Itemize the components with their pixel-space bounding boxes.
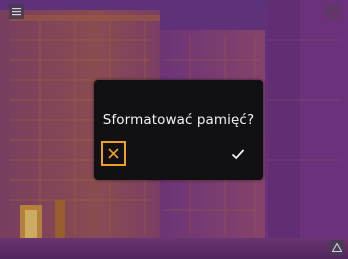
cancel-button[interactable]	[101, 141, 126, 166]
overlay-toggle-icon[interactable]	[325, 4, 340, 19]
triangle-glyph	[331, 243, 342, 252]
camera-screen: Sformatować pamięć?	[0, 0, 348, 259]
checkmark-icon	[231, 148, 244, 159]
confirm-button[interactable]	[225, 141, 250, 166]
warning-icon[interactable]	[329, 240, 344, 255]
format-memory-dialog: Sformatować pamięć?	[94, 80, 263, 180]
dialog-title: Sformatować pamięć?	[102, 112, 255, 128]
menu-icon[interactable]	[9, 4, 24, 19]
hamburger-glyph	[12, 8, 21, 16]
close-icon	[108, 148, 119, 159]
